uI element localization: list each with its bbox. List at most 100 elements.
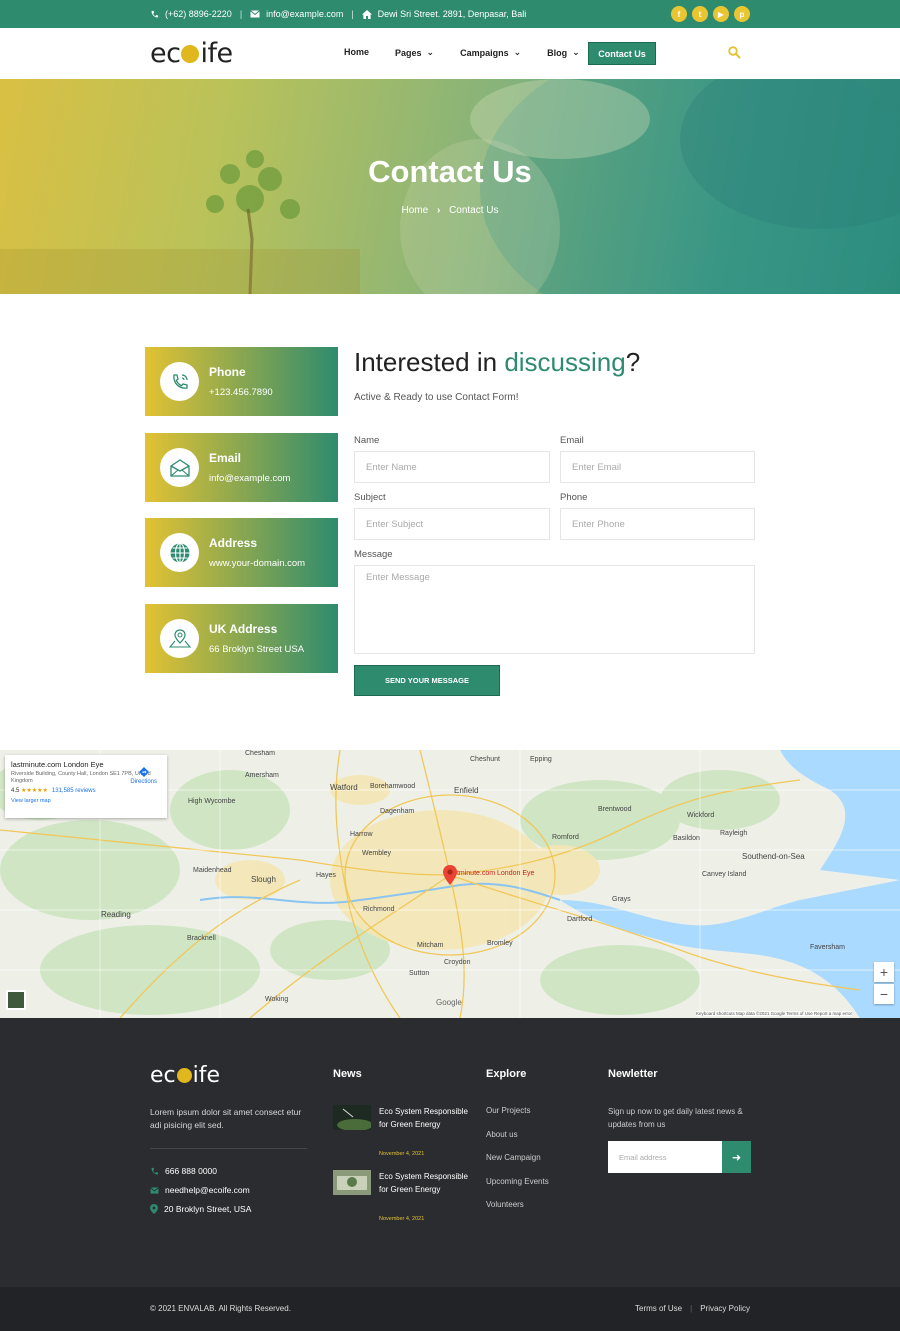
- topbar-email[interactable]: info@example.com: [250, 9, 343, 19]
- main-nav: ec ife Home Pages ⌄ Campaigns ⌄ Blog ⌄ Conta…: [0, 28, 900, 79]
- google-logo: Google: [436, 998, 462, 1007]
- news-item[interactable]: Eco System Responsible for Green Energy …: [333, 1105, 473, 1163]
- map-label: Reading: [101, 910, 131, 919]
- name-input[interactable]: Enter Name: [354, 451, 550, 483]
- map-label: Amersham: [245, 772, 279, 779]
- google-map[interactable]: Chesham Amersham High Wycombe Watford Bo…: [0, 750, 900, 1018]
- divider: |: [351, 9, 354, 19]
- zoom-in-button[interactable]: +: [874, 962, 894, 982]
- name-label: Name: [354, 435, 380, 446]
- logo[interactable]: ec ife: [150, 38, 233, 69]
- card-value: 66 Broklyn Street USA: [209, 644, 305, 655]
- satellite-toggle[interactable]: [6, 990, 26, 1010]
- form-heading: Interested in discussing?: [354, 347, 640, 378]
- youtube-icon[interactable]: ▶: [713, 6, 729, 22]
- star-icons: ★★★★★: [21, 788, 48, 794]
- explore-link-about[interactable]: About us: [486, 1130, 518, 1139]
- topbar-phone[interactable]: (+62) 8896-2220: [150, 9, 232, 19]
- explore-link-volunteers[interactable]: Volunteers: [486, 1200, 524, 1209]
- footer-email[interactable]: needhelp@ecoife.com: [150, 1185, 250, 1195]
- topbar-address-text: Dewi Sri Street. 2891, Denpasar, Bali: [377, 9, 527, 19]
- map-place-card: lastminute.com London Eye Riverside Buil…: [5, 755, 167, 818]
- message-textarea[interactable]: Enter Message: [354, 565, 755, 654]
- email-input[interactable]: Enter Email: [560, 451, 755, 483]
- terms-link[interactable]: Terms of Use: [635, 1304, 682, 1313]
- map-label: Canvey Island: [702, 871, 747, 878]
- contact-us-button[interactable]: Contact Us: [588, 42, 656, 65]
- card-value: www.your-domain.com: [209, 558, 306, 569]
- twitter-icon[interactable]: t: [692, 6, 708, 22]
- footer-logo[interactable]: ec ife: [150, 1063, 220, 1088]
- privacy-link[interactable]: Privacy Policy: [700, 1304, 750, 1313]
- facebook-icon[interactable]: f: [671, 6, 687, 22]
- send-message-button[interactable]: SEND YOUR MESSAGE: [354, 665, 500, 696]
- map-label: Sutton: [409, 970, 430, 977]
- explore-link-projects[interactable]: Our Projects: [486, 1106, 530, 1115]
- reviews-link[interactable]: 131,585 reviews: [52, 788, 96, 794]
- nav-item-blog[interactable]: Blog ⌄: [547, 47, 580, 58]
- map-pin-icon: [150, 1204, 158, 1214]
- message-label: Message: [354, 549, 393, 560]
- footer-email-text: needhelp@ecoife.com: [165, 1185, 250, 1195]
- form-heading-pre: Interested in: [354, 347, 505, 377]
- topbar-phone-text: (+62) 8896-2220: [165, 9, 232, 19]
- directions-label: Directions: [130, 779, 157, 785]
- logo-text-post: ife: [192, 1063, 221, 1088]
- map-label: Epping: [530, 756, 552, 763]
- explore-heading: Explore: [486, 1068, 527, 1080]
- chevron-down-icon: ⌄: [426, 47, 435, 57]
- nav-item-home[interactable]: Home: [344, 47, 369, 58]
- newsletter-email-input[interactable]: Email address: [608, 1141, 722, 1173]
- nav-item-campaigns[interactable]: Campaigns ⌄: [460, 47, 521, 58]
- search-icon[interactable]: [728, 46, 741, 59]
- card-icon-circle: [160, 362, 199, 401]
- topbar-email-text: info@example.com: [266, 9, 344, 19]
- topbar-address: Dewi Sri Street. 2891, Denpasar, Bali: [361, 9, 527, 19]
- footer-address: 20 Broklyn Street, USA: [150, 1204, 251, 1214]
- info-card-phone: Phone +123.456.7890: [145, 347, 338, 416]
- map-label: Grays: [612, 896, 631, 903]
- explore-link-campaign[interactable]: New Campaign: [486, 1153, 541, 1162]
- info-card-uk-address: UK Address 66 Broklyn Street USA: [145, 604, 338, 673]
- directions-button[interactable]: Directions: [130, 767, 157, 785]
- form-heading-highlight: discussing: [504, 347, 626, 377]
- map-label: Southend-on-Sea: [742, 852, 805, 861]
- footer-address-text: 20 Broklyn Street, USA: [164, 1204, 252, 1214]
- phone-input[interactable]: Enter Phone: [560, 508, 755, 540]
- map-label: Dartford: [567, 916, 593, 923]
- map-marker-icon[interactable]: [443, 865, 457, 885]
- card-value: info@example.com: [209, 473, 291, 484]
- card-value: +123.456.7890: [209, 387, 273, 398]
- breadcrumb-home[interactable]: Home: [401, 205, 428, 216]
- arrow-right-icon: ➜: [731, 1151, 742, 1164]
- footer-phone[interactable]: 666 888 0000: [150, 1166, 217, 1176]
- envelope-icon: [169, 458, 190, 477]
- map-label: Rayleigh: [720, 830, 748, 837]
- zoom-out-button[interactable]: −: [874, 984, 894, 1004]
- email-label: Email: [560, 435, 584, 446]
- explore-link-events[interactable]: Upcoming Events: [486, 1177, 549, 1186]
- footer-about: Lorem ipsum dolor sit amet consect etur …: [150, 1107, 302, 1130]
- map-footer-note: Keyboard shortcuts Map data ©2021 Google…: [696, 1011, 853, 1016]
- globe-icon: [170, 542, 189, 563]
- logo-text-pre: ec: [150, 38, 181, 69]
- newsletter-submit-button[interactable]: ➜: [722, 1141, 751, 1173]
- newsletter-text: Sign up now to get daily latest news & u…: [608, 1107, 743, 1129]
- view-larger-map-link[interactable]: View larger map: [11, 798, 161, 804]
- chevron-right-icon: ›: [436, 205, 441, 216]
- map-label: Chesham: [245, 750, 275, 757]
- footer-bottom-bar: © 2021 ENVALAB. All Rights Reserved. Ter…: [0, 1287, 900, 1331]
- subject-input[interactable]: Enter Subject: [354, 508, 550, 540]
- map-pin-icon: [168, 628, 191, 648]
- logo-text-post: ife: [200, 38, 233, 69]
- chevron-down-icon: ⌄: [513, 47, 522, 57]
- logo-leaf-icon: [181, 45, 200, 63]
- news-title: Eco System Responsible for Green Energy: [379, 1107, 468, 1129]
- map-pin-label: lastminute.com London Eye: [448, 870, 535, 877]
- card-title: Phone: [209, 365, 246, 379]
- breadcrumb: Home › Contact Us: [0, 205, 900, 216]
- news-item[interactable]: Eco System Responsible for Green Energy …: [333, 1170, 473, 1228]
- pinterest-icon[interactable]: p: [734, 6, 750, 22]
- nav-item-pages[interactable]: Pages ⌄: [395, 47, 434, 58]
- divider: [150, 1148, 307, 1149]
